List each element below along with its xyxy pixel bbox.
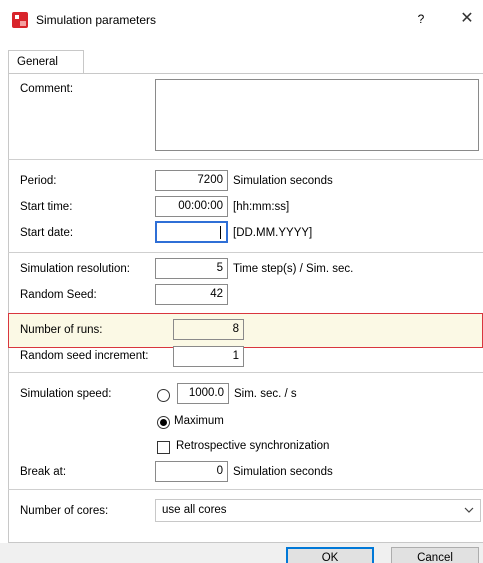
resolution-unit-label: Time step(s) / Sim. sec. bbox=[233, 263, 354, 275]
break-at-label: Break at: bbox=[20, 466, 67, 478]
separator bbox=[8, 159, 483, 160]
seed-increment-label: Random seed increment: bbox=[20, 350, 149, 362]
start-date-unit-label: [DD.MM.YYYY] bbox=[233, 227, 313, 239]
number-of-runs-label: Number of runs: bbox=[20, 324, 103, 336]
break-at-unit-label: Simulation seconds bbox=[233, 466, 333, 478]
break-at-input[interactable]: 0 bbox=[155, 461, 228, 482]
start-time-input[interactable]: 00:00:00 bbox=[155, 196, 228, 217]
help-button[interactable]: ? bbox=[411, 9, 431, 29]
speed-maximum-label: Maximum bbox=[174, 415, 224, 427]
random-seed-label: Random Seed: bbox=[20, 289, 97, 301]
number-of-cores-label: Number of cores: bbox=[20, 505, 109, 517]
period-unit-label: Simulation seconds bbox=[233, 175, 333, 187]
period-input[interactable]: 7200 bbox=[155, 170, 228, 191]
resolution-label: Simulation resolution: bbox=[20, 263, 130, 275]
ok-button[interactable]: OK bbox=[286, 547, 374, 563]
resolution-input[interactable]: 5 bbox=[155, 258, 228, 279]
simulation-speed-label: Simulation speed: bbox=[20, 388, 112, 400]
title-bar: Simulation parameters ? ✕ bbox=[0, 0, 483, 40]
speed-custom-radio[interactable] bbox=[157, 389, 170, 402]
separator bbox=[8, 372, 483, 373]
app-icon bbox=[12, 12, 28, 28]
speed-unit-label: Sim. sec. / s bbox=[234, 388, 297, 400]
number-of-runs-input[interactable]: 8 bbox=[173, 319, 244, 340]
retrospective-sync-checkbox[interactable] bbox=[157, 441, 170, 454]
chevron-down-icon bbox=[464, 500, 474, 529]
seed-increment-input[interactable]: 1 bbox=[173, 346, 244, 367]
start-date-input[interactable] bbox=[155, 221, 228, 243]
speed-input[interactable]: 1000.0 bbox=[177, 383, 229, 404]
cancel-button[interactable]: Cancel bbox=[391, 547, 479, 563]
number-of-cores-value: use all cores bbox=[162, 504, 227, 516]
window-title: Simulation parameters bbox=[36, 13, 157, 27]
close-button[interactable]: ✕ bbox=[455, 8, 479, 30]
text-caret bbox=[220, 226, 221, 239]
speed-maximum-radio[interactable] bbox=[157, 416, 170, 429]
start-time-label: Start time: bbox=[20, 201, 73, 213]
separator bbox=[8, 252, 483, 253]
start-time-unit-label: [hh:mm:ss] bbox=[233, 201, 290, 213]
random-seed-input[interactable]: 42 bbox=[155, 284, 228, 305]
number-of-cores-dropdown[interactable]: use all cores bbox=[155, 499, 481, 522]
separator bbox=[8, 489, 483, 490]
start-date-label: Start date: bbox=[20, 227, 74, 239]
tab-general[interactable]: General bbox=[8, 50, 84, 74]
comment-label: Comment: bbox=[20, 83, 74, 95]
retrospective-sync-label: Retrospective synchronization bbox=[176, 440, 330, 452]
period-label: Period: bbox=[20, 175, 57, 187]
comment-textarea[interactable] bbox=[155, 79, 479, 151]
